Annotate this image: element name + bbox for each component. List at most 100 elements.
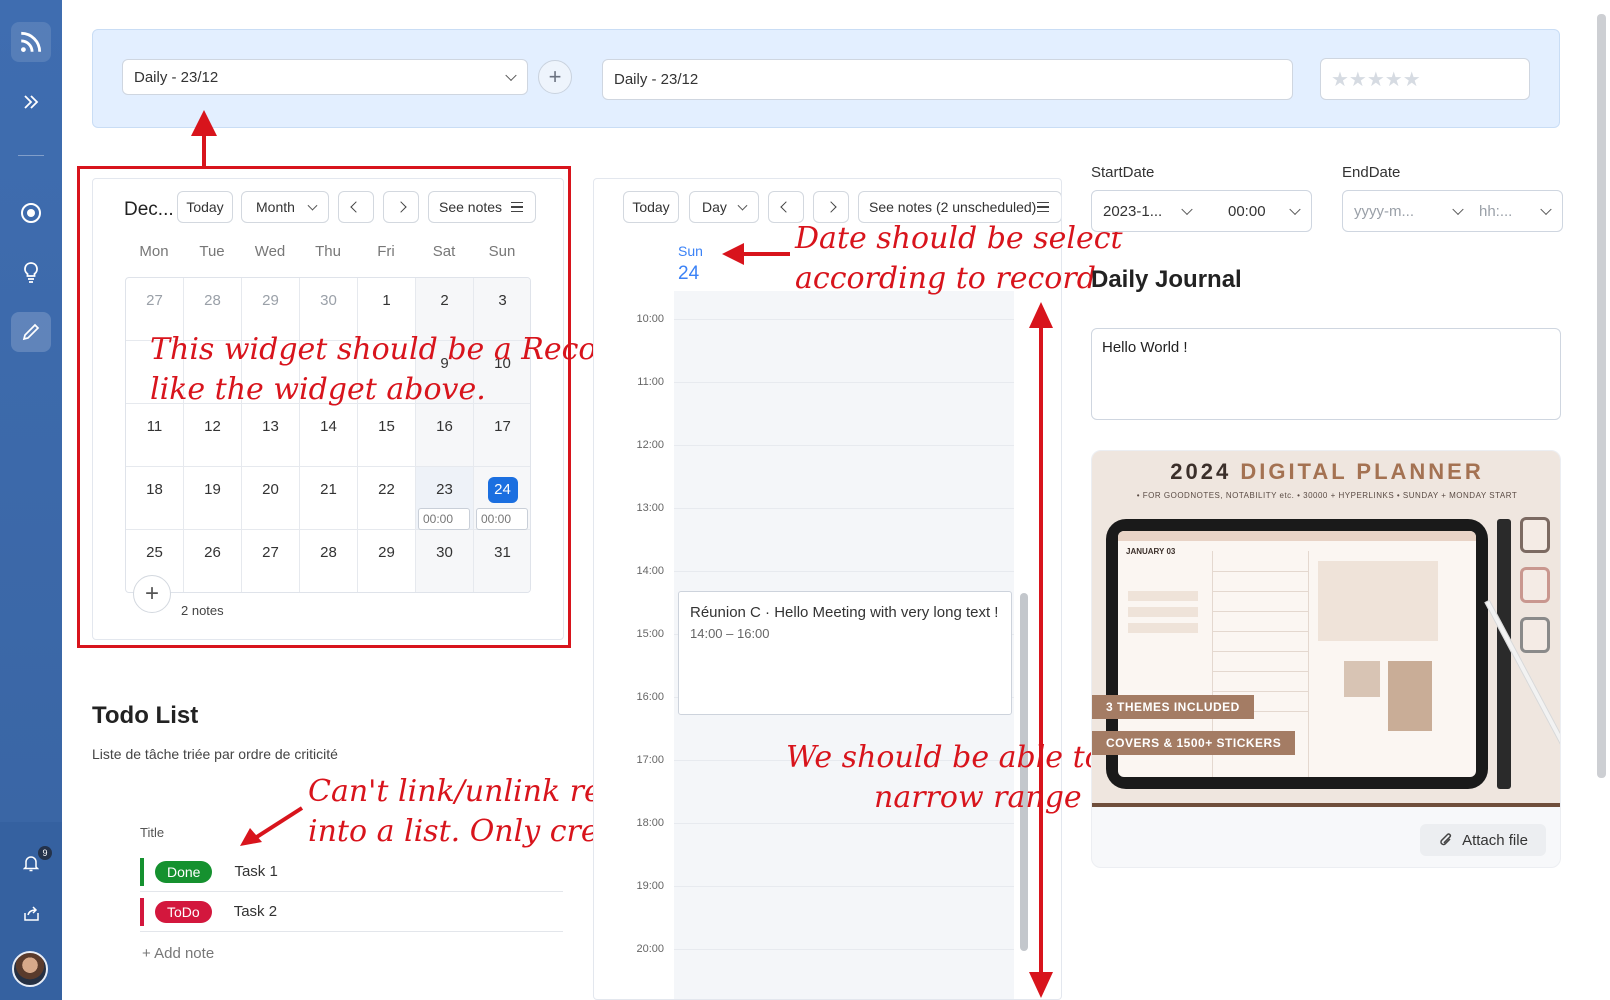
- screen-month: JANUARY 03: [1126, 547, 1176, 556]
- hour-line: [674, 319, 1014, 320]
- chevron-down-icon: [1540, 203, 1552, 216]
- page-scrollbar[interactable]: [1597, 14, 1606, 778]
- chevron-down-icon: [1452, 203, 1464, 216]
- planner-title-year: 2024: [1170, 459, 1232, 484]
- record-select[interactable]: Daily - 23/12: [122, 59, 528, 95]
- menu-icon: [1037, 202, 1049, 212]
- planner-title-accent: DIGITAL PLANNER: [1240, 459, 1484, 484]
- hour-label: 19:00: [636, 880, 664, 892]
- start-time-value[interactable]: 00:00: [1228, 203, 1266, 220]
- rss-icon[interactable]: [11, 22, 51, 62]
- annotation-arrow: [240, 806, 304, 846]
- record-name-value: Daily - 23/12: [614, 71, 699, 88]
- planner-title: 2024 DIGITAL PLANNER: [1092, 459, 1560, 485]
- todo-title: Todo List: [92, 702, 199, 729]
- hour-label: 18:00: [636, 817, 664, 829]
- sidebar-divider: [18, 155, 44, 156]
- tablet-side-tabs: [1497, 519, 1511, 789]
- screen-line: [1212, 651, 1308, 652]
- end-date-label: EndDate: [1342, 164, 1401, 181]
- hour-label: 14:00: [636, 565, 664, 577]
- screen-line: [1212, 691, 1308, 692]
- annotation-double-arrow: [1029, 302, 1053, 998]
- notification-badge: 9: [38, 846, 52, 860]
- avatar[interactable]: [12, 951, 48, 987]
- hour-line: [674, 823, 1014, 824]
- screen-row: [1128, 607, 1198, 617]
- event-time: 14:00 – 16:00: [690, 626, 770, 641]
- lightbulb-icon[interactable]: [11, 252, 51, 292]
- status-badge: ToDo: [155, 900, 212, 923]
- target-icon[interactable]: [11, 193, 51, 233]
- screen-line: [1308, 551, 1309, 777]
- journal-textarea[interactable]: Hello World !: [1091, 328, 1561, 420]
- record-select-value: Daily - 23/12: [134, 68, 219, 86]
- share-icon[interactable]: [11, 893, 51, 933]
- planner-image[interactable]: 2024 DIGITAL PLANNER • FOR GOODNOTES, NO…: [1092, 451, 1560, 807]
- sidebar: 9: [0, 0, 62, 1000]
- annotation-narrow-range-2: narrow range: [874, 780, 1082, 815]
- screen-row: [1128, 623, 1198, 633]
- planner-banner-covers: COVERS & 1500+ STICKERS: [1092, 731, 1296, 755]
- screen-photo: [1344, 661, 1380, 697]
- annotation-narrow-range-1: We should be able to: [786, 740, 1103, 775]
- sidebar-top: [0, 0, 62, 822]
- attach-file-button[interactable]: Attach file: [1420, 824, 1546, 856]
- hour-label: 12:00: [636, 439, 664, 451]
- chevron-down-icon: [505, 69, 517, 82]
- screen-line: [1212, 571, 1308, 572]
- hour-label: 10:00: [636, 313, 664, 325]
- chevron-down-icon: [1181, 203, 1193, 216]
- today-button[interactable]: Today: [623, 191, 679, 223]
- hour-label: 13:00: [636, 502, 664, 514]
- todo-subtitle: Liste de tâche triée par ordre de critic…: [92, 746, 338, 762]
- todo-column-title: Title: [140, 825, 165, 840]
- hour-label: 11:00: [637, 376, 664, 388]
- plus-icon: +: [142, 945, 155, 962]
- theme-thumbnail: [1520, 617, 1550, 653]
- chevron-down-icon: [1289, 203, 1301, 216]
- rating-stars[interactable]: ★★★★★: [1320, 58, 1530, 100]
- hour-line: [674, 445, 1014, 446]
- hour-label: 15:00: [636, 628, 664, 640]
- journal-title: Daily Journal: [1091, 266, 1242, 293]
- todo-row[interactable]: ToDo Task 2: [140, 892, 563, 932]
- hour-label: 17:00: [636, 754, 664, 766]
- hour-line: [674, 382, 1014, 383]
- expand-icon[interactable]: [11, 82, 51, 122]
- screen-row: [1128, 591, 1198, 601]
- chevron-right-icon: [825, 201, 837, 213]
- status-bar: [140, 898, 144, 926]
- end-date-field[interactable]: yyyy-m... hh:...: [1342, 190, 1563, 232]
- day-number[interactable]: 24: [678, 263, 699, 285]
- paperclip-icon: [1440, 833, 1452, 846]
- theme-thumbnail: [1520, 517, 1550, 553]
- screen-note-area: [1318, 561, 1438, 641]
- today-button-label: Today: [632, 199, 670, 215]
- day-calendar: Today Day See notes (2 unscheduled) Sun …: [593, 178, 1062, 1000]
- start-date-label: StartDate: [1091, 164, 1155, 181]
- chevron-down-icon: [737, 200, 748, 211]
- end-time-placeholder[interactable]: hh:...: [1479, 203, 1512, 220]
- hour-label: 20:00: [636, 943, 664, 955]
- screen-photo: [1388, 661, 1432, 731]
- start-date-field[interactable]: 2023-1... 00:00: [1091, 190, 1312, 232]
- view-select[interactable]: Day: [689, 191, 759, 223]
- record-name-input[interactable]: Daily - 23/12: [602, 59, 1293, 100]
- screen-line: [1212, 591, 1308, 592]
- todo-row[interactable]: Done Task 1: [140, 852, 563, 892]
- add-todo-button[interactable]: + Add note: [142, 945, 214, 962]
- hour-line: [674, 886, 1014, 887]
- view-select-label: Day: [702, 199, 727, 215]
- planner-bottom-border: [1092, 803, 1560, 807]
- event-title: Réunion C · Hello Meeting with very long…: [690, 604, 999, 621]
- annotation-arrow-head: [191, 110, 217, 136]
- add-todo-label: Add note: [154, 945, 215, 962]
- calendar-event[interactable]: Réunion C · Hello Meeting with very long…: [678, 591, 1012, 715]
- pencil-icon[interactable]: [11, 312, 51, 352]
- planner-subtitle: • FOR GOODNOTES, NOTABILITY etc. • 30000…: [1136, 491, 1518, 500]
- screen-line: [1212, 631, 1308, 632]
- attachment-card: 2024 DIGITAL PLANNER • FOR GOODNOTES, NO…: [1091, 450, 1561, 868]
- hour-line: [674, 949, 1014, 950]
- add-record-button[interactable]: +: [538, 60, 572, 94]
